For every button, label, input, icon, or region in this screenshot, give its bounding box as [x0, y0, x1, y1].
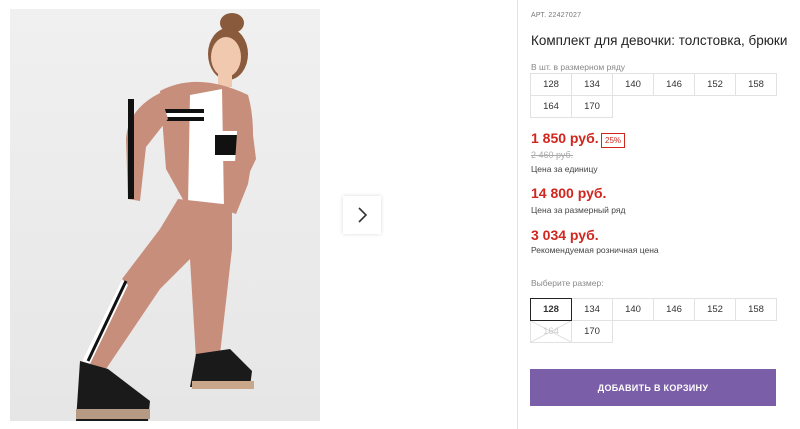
product-photo — [76, 13, 256, 421]
row-size-cell: 158 — [735, 73, 777, 96]
size-option-170[interactable]: 170 — [571, 320, 613, 343]
size-option-164-label: 164 — [543, 326, 559, 337]
product-page: АРТ. 22427027 Комплект для девочки: толс… — [0, 0, 800, 429]
row-size-cell: 128 — [530, 73, 572, 96]
row-price: 14 800 руб. — [531, 185, 607, 201]
size-selector: 128 134 140 146 152 158 164 170 — [530, 298, 782, 343]
gallery-next-button[interactable] — [343, 196, 381, 234]
unit-price-note: Цена за единицу — [531, 164, 598, 174]
row-price-note: Цена за размерный ряд — [531, 205, 626, 215]
row-size-cell: 170 — [571, 95, 613, 118]
product-title: Комплект для девочки: толстовка, брюки — [531, 33, 788, 48]
row-size-cell: 140 — [612, 73, 654, 96]
product-gallery — [10, 9, 320, 421]
size-option-128[interactable]: 128 — [530, 298, 572, 321]
size-option-134[interactable]: 134 — [571, 298, 613, 321]
row-size-cell: 146 — [653, 73, 695, 96]
chevron-right-icon — [358, 207, 368, 223]
size-option-146[interactable]: 146 — [653, 298, 695, 321]
size-option-164-disabled: 164 — [530, 320, 572, 343]
rrp-price: 3 034 руб. — [531, 227, 599, 243]
size-option-140[interactable]: 140 — [612, 298, 654, 321]
size-option-158[interactable]: 158 — [735, 298, 777, 321]
panel-divider — [517, 0, 518, 429]
choose-size-label: Выберите размер: — [531, 278, 604, 288]
rrp-price-note: Рекомендуемая розничная цена — [531, 245, 659, 255]
old-price: 2 460 руб. — [531, 150, 574, 160]
unit-price: 1 850 руб. — [531, 130, 599, 146]
row-size-cell: 164 — [530, 95, 572, 118]
product-sku: АРТ. 22427027 — [531, 12, 582, 19]
add-to-cart-button[interactable]: ДОБАВИТЬ В КОРЗИНУ — [530, 369, 776, 406]
size-row-label: В шт. в размерном ряду — [531, 62, 626, 72]
size-row-grid: 128 134 140 146 152 158 164 170 — [530, 73, 782, 118]
discount-badge: 25% — [601, 133, 626, 148]
row-size-cell: 134 — [571, 73, 613, 96]
row-size-cell: 152 — [694, 73, 736, 96]
size-option-152[interactable]: 152 — [694, 298, 736, 321]
